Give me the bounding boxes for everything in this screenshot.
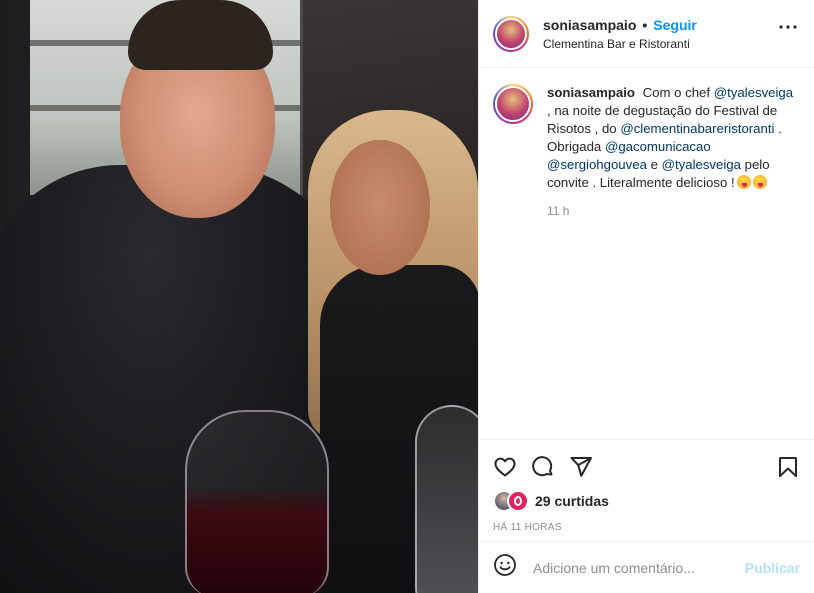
publish-button[interactable]: Publicar — [745, 560, 800, 576]
caption-part-1: Com o chef — [642, 85, 711, 100]
author-username[interactable]: soniasampaio — [543, 17, 636, 33]
post-date[interactable]: HÁ 11 HORAS — [493, 522, 800, 533]
likes-count[interactable]: 29 curtidas — [535, 493, 609, 509]
emoji-smile-icon[interactable] — [493, 553, 517, 582]
caption-part-4: e — [650, 157, 658, 172]
caption: soniasampaio Com o chef @tyalesveiga , n… — [493, 84, 800, 220]
header-text: soniasampaio • Seguir Clementina Bar e R… — [543, 17, 776, 51]
mention-gacomunicacao[interactable]: @gacomunicacao — [605, 139, 711, 154]
photo-wine-glass — [185, 410, 329, 593]
caption-time[interactable]: 11 h — [547, 202, 797, 220]
author-avatar[interactable] — [493, 15, 529, 52]
header-separator: • — [642, 16, 648, 33]
mention-sergiohgouvea[interactable]: @sergiohgouvea — [547, 157, 647, 172]
caption-text: soniasampaio Com o chef @tyalesveiga , n… — [547, 84, 797, 220]
mention-tyalesveiga-2[interactable]: @tyalesveiga — [662, 157, 741, 172]
mention-clementinabareristoranti[interactable]: @clementinabareristoranti — [620, 121, 774, 136]
mention-tyalesveiga[interactable]: @tyalesveiga — [714, 85, 793, 100]
post-photo[interactable] — [0, 0, 478, 593]
instagram-post-dialog: soniasampaio • Seguir Clementina Bar e R… — [0, 0, 814, 593]
caption-avatar[interactable] — [493, 84, 533, 124]
photo-chef-hair — [128, 0, 273, 70]
add-comment-bar: Publicar — [479, 541, 814, 593]
face-savoring-food-icon — [736, 175, 751, 189]
heart-icon[interactable] — [493, 455, 517, 479]
more-options-icon[interactable] — [776, 15, 800, 53]
likes-row: 29 curtidas — [493, 490, 800, 512]
actions-block: 29 curtidas HÁ 11 HORAS — [479, 439, 814, 541]
liker-avatar[interactable] — [507, 490, 529, 512]
face-savoring-food-icon — [752, 175, 767, 189]
comment-icon[interactable] — [531, 455, 555, 479]
post-location[interactable]: Clementina Bar e Ristoranti — [543, 37, 776, 51]
comment-input[interactable] — [531, 558, 745, 577]
post-side-panel: soniasampaio • Seguir Clementina Bar e R… — [478, 0, 814, 593]
action-bar — [493, 450, 800, 484]
post-header: soniasampaio • Seguir Clementina Bar e R… — [479, 0, 814, 68]
follow-button[interactable]: Seguir — [653, 17, 697, 33]
bookmark-icon[interactable] — [776, 455, 800, 479]
comments-section: soniasampaio Com o chef @tyalesveiga , n… — [479, 68, 814, 439]
photo-woman-face — [330, 140, 430, 275]
photo-water-glass — [415, 405, 478, 593]
share-icon[interactable] — [569, 455, 593, 479]
caption-username[interactable]: soniasampaio — [547, 85, 635, 100]
